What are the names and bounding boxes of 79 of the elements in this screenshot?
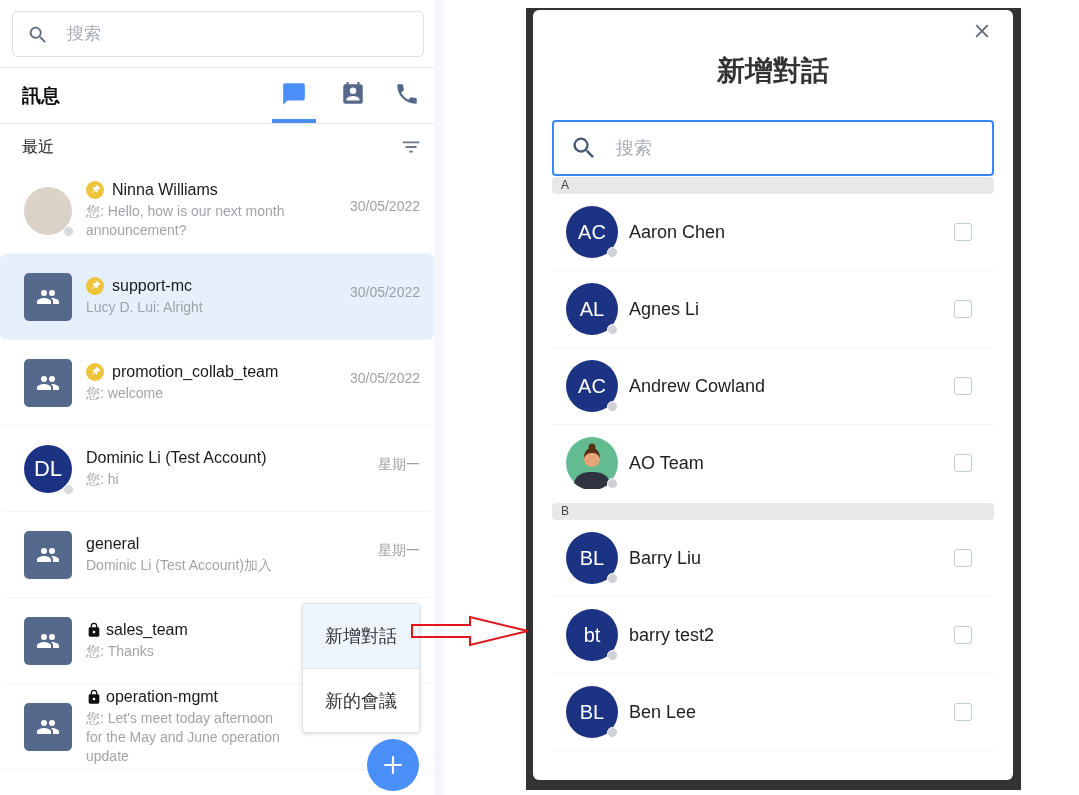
initials-avatar: AC bbox=[566, 360, 618, 412]
message-time: 30/05/2022 bbox=[349, 198, 420, 214]
group-avatar bbox=[24, 358, 72, 407]
contact-row[interactable]: AO Team bbox=[552, 425, 994, 502]
message-preview: 您: Thanks bbox=[86, 641, 155, 661]
conversation-name: Ninna Williams bbox=[112, 181, 218, 199]
section-header: A bbox=[552, 177, 994, 194]
checkbox[interactable] bbox=[954, 626, 972, 644]
checkbox[interactable] bbox=[954, 703, 972, 721]
person-avatar-icon bbox=[566, 437, 618, 489]
contact-row[interactable]: AC Aaron Chen bbox=[552, 194, 994, 271]
conversation-item[interactable]: promotion_collab_team 您: welcome 30/05/2022 bbox=[0, 340, 434, 426]
photo-placeholder bbox=[24, 186, 72, 235]
checkbox[interactable] bbox=[954, 377, 972, 395]
message-time: 30/05/2022 bbox=[349, 370, 420, 386]
contact-name: Ben Lee bbox=[629, 701, 698, 723]
contact-row[interactable]: BL Barry Liu bbox=[552, 520, 994, 597]
menu-item[interactable]: 新增對話 bbox=[303, 604, 419, 668]
contact-row[interactable]: BL Ben Lee bbox=[552, 674, 994, 751]
contact-name: Barry Liu bbox=[629, 547, 703, 569]
status-dot bbox=[607, 650, 618, 661]
contact-name: Andrew Cowland bbox=[629, 375, 767, 397]
initials-avatar: AC bbox=[566, 206, 618, 258]
group-avatar bbox=[24, 616, 72, 665]
initials-avatar: BL bbox=[566, 686, 618, 738]
message-time: 星期一 bbox=[378, 542, 420, 560]
message-time: 星期一 bbox=[378, 456, 420, 474]
contact-name: AO Team bbox=[629, 452, 705, 474]
status-dot bbox=[607, 324, 618, 335]
status-dot bbox=[607, 727, 618, 738]
message-preview: Dominic Li (Test Account)加入 bbox=[86, 555, 273, 575]
contact-name: Agnes Li bbox=[629, 298, 701, 320]
initials-avatar: BL bbox=[566, 532, 618, 584]
conversation-item[interactable]: support-mc Lucy D. Lui: Alright 30/05/2022 bbox=[0, 254, 434, 340]
message-preview: 您: welcome bbox=[86, 383, 165, 403]
checkbox[interactable] bbox=[954, 549, 972, 567]
status-dot bbox=[63, 483, 74, 495]
conversation-name: sales_team bbox=[106, 620, 188, 639]
contact-name: Aaron Chen bbox=[629, 221, 727, 243]
menu-item[interactable]: 新的會議 bbox=[303, 668, 419, 732]
initials-avatar: bt bbox=[566, 609, 618, 661]
contact-card-icon bbox=[340, 80, 366, 107]
chat-bubble-icon bbox=[281, 80, 307, 107]
status-dot bbox=[607, 478, 618, 489]
conversation-name: general bbox=[86, 534, 140, 553]
panel-title: 訊息 bbox=[22, 83, 60, 108]
status-dot bbox=[63, 225, 74, 237]
contact-row[interactable]: AL Agnes Li bbox=[552, 271, 994, 348]
message-preview: 您: hi bbox=[86, 469, 120, 489]
checkbox[interactable] bbox=[954, 454, 972, 472]
initials-avatar: DL bbox=[24, 444, 72, 493]
status-dot bbox=[607, 401, 618, 412]
checkbox[interactable] bbox=[954, 223, 972, 241]
message-preview: 您: Let's meet today afternoon for the May and June operation update bbox=[86, 708, 281, 766]
group-avatar bbox=[24, 272, 72, 321]
conversation-item[interactable]: DL Dominic Li (Test Account) 您: hi 星期一 bbox=[0, 426, 434, 512]
conversation-name: promotion_collab_team bbox=[112, 362, 279, 381]
initials-avatar: AL bbox=[566, 283, 618, 335]
search-field[interactable]: 搜索 bbox=[552, 120, 994, 176]
status-dot bbox=[607, 573, 618, 584]
section-header: B bbox=[552, 503, 994, 520]
status-dot bbox=[607, 247, 618, 258]
dialog-title: 新增對話 bbox=[717, 54, 829, 88]
group-avatar bbox=[24, 702, 72, 751]
conversation-name: support-mc bbox=[112, 276, 193, 295]
contact-row[interactable]: bt barry test2 bbox=[552, 597, 994, 674]
section-label: 最近 bbox=[22, 136, 54, 157]
contact-row[interactable]: AC Andrew Cowland bbox=[552, 348, 994, 425]
conversation-name: operation-mgmt bbox=[106, 687, 219, 706]
checkbox[interactable] bbox=[954, 300, 972, 318]
contact-name: barry test2 bbox=[629, 624, 716, 646]
conversation-item[interactable]: general Dominic Li (Test Account)加入 星期一 bbox=[0, 512, 434, 598]
add-button[interactable] bbox=[367, 739, 419, 791]
message-preview: 您: Hello, how is our next month announcement? bbox=[86, 202, 286, 240]
search-icon bbox=[27, 24, 49, 46]
group-avatar bbox=[24, 530, 72, 579]
message-preview: Lucy D. Lui: Alright bbox=[86, 297, 204, 317]
conversation-name: Dominic Li (Test Account) bbox=[86, 448, 267, 467]
message-time: 30/05/2022 bbox=[349, 284, 420, 300]
